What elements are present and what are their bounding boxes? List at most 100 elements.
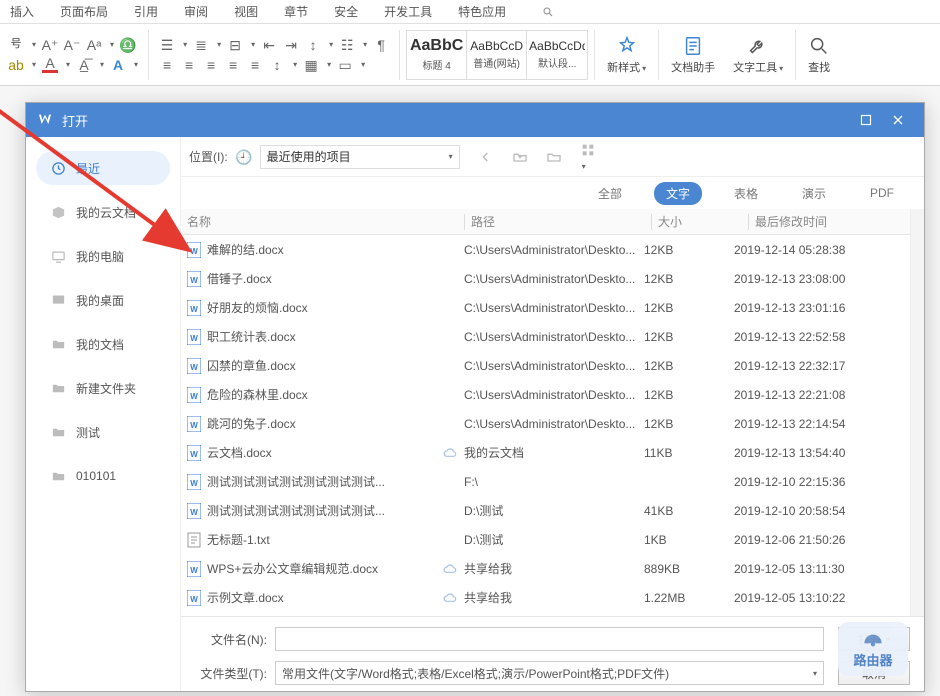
chevron-down-icon[interactable]: ▾ <box>32 60 36 69</box>
chevron-down-icon[interactable]: ▾ <box>361 60 365 69</box>
font-shrink-icon[interactable]: A⁻ <box>64 37 80 53</box>
file-type-icon: W <box>187 416 201 432</box>
filter-text[interactable]: 文字 <box>654 182 702 205</box>
filter-presentation[interactable]: 演示 <box>790 182 838 205</box>
tab-insert[interactable]: 插入 <box>8 0 36 24</box>
tab-view[interactable]: 视图 <box>232 0 260 24</box>
style-default[interactable]: AaBbCcDd默认段... <box>527 31 587 79</box>
tab-layout[interactable]: 页面布局 <box>58 0 110 24</box>
align-right-icon[interactable]: ≡ <box>203 57 219 73</box>
back-icon[interactable] <box>478 149 494 165</box>
up-folder-icon[interactable] <box>512 149 528 165</box>
chevron-down-icon[interactable]: ▾ <box>66 60 70 69</box>
sidebar-item-label: 我的桌面 <box>76 292 124 309</box>
table-row[interactable]: W职工统计表.docxC:\Users\Administrator\Deskto… <box>181 322 910 351</box>
view-mode-icon[interactable]: ▾ <box>580 142 596 172</box>
sidebar-item-cloud[interactable]: 我的云文档 <box>36 195 170 229</box>
align-center-icon[interactable]: ≡ <box>181 57 197 73</box>
align-distribute-icon[interactable]: ≡ <box>247 57 263 73</box>
chevron-down-icon[interactable]: ▾ <box>183 40 187 49</box>
file-date: 2019-12-13 13:54:40 <box>734 446 904 460</box>
chevron-down-icon[interactable]: ▾ <box>363 40 367 49</box>
table-row[interactable]: W测试测试测试测试测试测试测试...D:\测试41KB2019-12-10 20… <box>181 496 910 525</box>
sidebar-item-test[interactable]: 测试 <box>36 415 170 449</box>
table-row[interactable]: W示例文章.docx共享给我1.22MB2019-12-05 13:10:22 <box>181 583 910 612</box>
close-button[interactable] <box>882 103 914 137</box>
table-row[interactable]: W难解的结.docxC:\Users\Administrator\Deskto.… <box>181 235 910 264</box>
bullet-list-icon[interactable]: ☰ <box>159 37 175 53</box>
sidebar-item-pc[interactable]: 我的电脑 <box>36 239 170 273</box>
tab-featured[interactable]: 特色应用 <box>456 0 508 24</box>
table-row[interactable]: W危险的森林里.docxC:\Users\Administrator\Deskt… <box>181 380 910 409</box>
font-color-icon[interactable]: A <box>42 57 58 73</box>
scrollbar[interactable] <box>910 209 924 616</box>
col-header-size[interactable]: 大小 <box>658 213 748 230</box>
align-justify-icon[interactable]: ≡ <box>225 57 241 73</box>
table-row[interactable]: W测试测试测试测试测试测试测试...F:\2019-12-10 22:15:36 <box>181 467 910 496</box>
tab-chapter[interactable]: 章节 <box>282 0 310 24</box>
filter-pdf[interactable]: PDF <box>858 183 906 203</box>
chevron-down-icon[interactable]: ▾ <box>251 40 255 49</box>
tab-security[interactable]: 安全 <box>332 0 360 24</box>
search-icon[interactable] <box>540 4 556 20</box>
style-normal-web[interactable]: AaBbCcD普通(网站) <box>467 31 527 79</box>
filter-table[interactable]: 表格 <box>722 182 770 205</box>
dialog-title-bar: 打开 <box>26 103 924 137</box>
asian-layout-icon[interactable]: A̲̅ <box>76 57 92 73</box>
style-gallery[interactable]: AaBbC标题 4 AaBbCcD普通(网站) AaBbCcDd默认段... <box>406 30 588 80</box>
chevron-down-icon[interactable]: ▾ <box>217 40 221 49</box>
text-direction-icon[interactable]: ↕ <box>269 57 285 73</box>
new-folder-icon[interactable] <box>546 149 562 165</box>
tab-references[interactable]: 引用 <box>132 0 160 24</box>
outdent-icon[interactable]: ⇤ <box>261 37 277 53</box>
show-marks-icon[interactable]: ¶ <box>373 37 389 53</box>
sidebar-item-recent[interactable]: 最近 <box>36 151 170 185</box>
highlight-icon[interactable]: ab <box>8 57 24 73</box>
style-heading4[interactable]: AaBbC标题 4 <box>407 31 467 79</box>
chevron-down-icon[interactable]: ▾ <box>293 60 297 69</box>
table-row[interactable]: W云文档.docx我的云文档11KB2019-12-13 13:54:40 <box>181 438 910 467</box>
filetype-select[interactable]: 常用文件(文字/Word格式;表格/Excel格式;演示/PowerPoint格… <box>275 661 824 685</box>
clear-format-icon[interactable]: ♎ <box>120 37 136 53</box>
font-grow-icon[interactable]: A⁺ <box>42 37 58 53</box>
align-left-icon[interactable]: ≡ <box>159 57 175 73</box>
sidebar-item-desktop[interactable]: 我的桌面 <box>36 283 170 317</box>
col-header-name[interactable]: 名称 <box>187 213 442 230</box>
sidebar-item-010101[interactable]: 010101 <box>36 459 170 493</box>
number-list-icon[interactable]: ≣ <box>193 37 209 53</box>
tab-review[interactable]: 审阅 <box>182 0 210 24</box>
new-style-button[interactable]: 新样式▾ <box>601 33 652 77</box>
col-header-path[interactable]: 路径 <box>471 213 651 230</box>
chevron-down-icon[interactable]: ▾ <box>110 40 114 49</box>
col-header-date[interactable]: 最后修改时间 <box>755 213 904 230</box>
find-replace-button[interactable]: 查找 <box>802 33 836 77</box>
chevron-down-icon[interactable]: ▾ <box>32 40 36 49</box>
chevron-down-icon[interactable]: ▾ <box>134 60 138 69</box>
table-row[interactable]: 无标题-1.txtD:\测试1KB2019-12-06 21:50:26 <box>181 525 910 554</box>
table-row[interactable]: W跳河的兔子.docxC:\Users\Administrator\Deskto… <box>181 409 910 438</box>
chevron-down-icon[interactable]: ▾ <box>329 40 333 49</box>
tab-dev[interactable]: 开发工具 <box>382 0 434 24</box>
shading-icon[interactable]: ▦ <box>303 57 319 73</box>
text-effects-icon[interactable]: A <box>110 57 126 73</box>
table-row[interactable]: W好朋友的烦恼.docxC:\Users\Administrator\Deskt… <box>181 293 910 322</box>
doc-helper-button[interactable]: 文档助手 <box>665 33 721 77</box>
line-spacing-icon[interactable]: ↕ <box>305 37 321 53</box>
location-select[interactable]: 最近使用的项目 ▾ <box>260 145 460 169</box>
sidebar-item-mydocs[interactable]: 我的文档 <box>36 327 170 361</box>
borders-icon[interactable]: ▭ <box>337 57 353 73</box>
maximize-button[interactable] <box>850 103 882 137</box>
sort-icon[interactable]: ☷ <box>339 37 355 53</box>
chevron-down-icon[interactable]: ▾ <box>100 60 104 69</box>
multi-list-icon[interactable]: ⊟ <box>227 37 243 53</box>
text-tool-button[interactable]: 文字工具▾ <box>727 33 789 77</box>
table-row[interactable]: WWPS+云办公文章编辑规范.docx共享给我889KB2019-12-05 1… <box>181 554 910 583</box>
table-row[interactable]: W囚禁的章鱼.docxC:\Users\Administrator\Deskto… <box>181 351 910 380</box>
filter-all[interactable]: 全部 <box>586 182 634 205</box>
chevron-down-icon[interactable]: ▾ <box>327 60 331 69</box>
change-case-icon[interactable]: Aᵃ <box>86 37 102 53</box>
filename-input[interactable] <box>275 627 824 651</box>
indent-icon[interactable]: ⇥ <box>283 37 299 53</box>
sidebar-item-newfolder[interactable]: 新建文件夹 <box>36 371 170 405</box>
table-row[interactable]: W借锤子.docxC:\Users\Administrator\Deskto..… <box>181 264 910 293</box>
